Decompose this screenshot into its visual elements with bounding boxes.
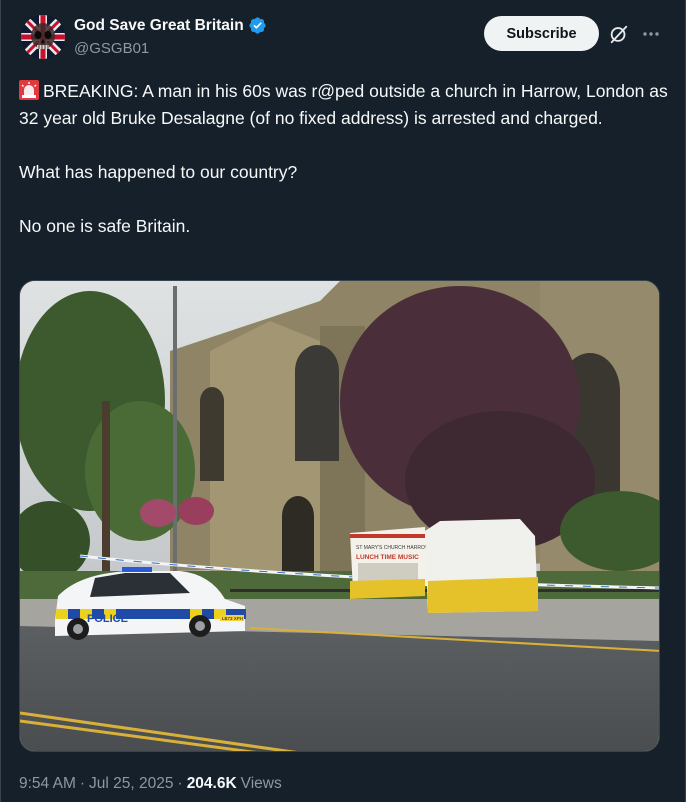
union-jack-skull-avatar-image xyxy=(21,15,65,59)
post-text: BREAKING: A man in his 60s was r@ped out… xyxy=(19,78,669,267)
grok-icon[interactable] xyxy=(608,23,630,45)
license-plate-text: LB73 XPH xyxy=(222,616,243,621)
post-date[interactable]: Jul 25, 2025 xyxy=(89,775,173,793)
post-metadata: 9:54 AM · Jul 25, 2025 · 204.6K Views xyxy=(19,775,282,793)
post-paragraph-1: BREAKING: A man in his 60s was r@ped out… xyxy=(19,78,669,132)
verified-badge-icon xyxy=(249,17,266,34)
rotating-light-siren-icon xyxy=(19,80,39,100)
post-time[interactable]: 9:54 AM xyxy=(19,775,76,793)
police-car-text: POLICE xyxy=(87,613,128,625)
display-name[interactable]: God Save Great Britain xyxy=(74,17,244,35)
views-label: Views xyxy=(240,775,282,792)
subscribe-button[interactable]: Subscribe xyxy=(484,16,599,51)
avatar[interactable] xyxy=(21,15,65,59)
sign-title-text: LUNCH TIME MUSIC xyxy=(356,554,419,561)
author-name-row[interactable]: God Save Great Britain xyxy=(74,16,267,35)
post-paragraph-2: What has happened to our country? xyxy=(19,162,298,182)
views-count[interactable]: 204.6K xyxy=(187,775,237,793)
post-paragraph-1-text: BREAKING: A man in his 60s was r@ped out… xyxy=(19,81,668,128)
church-police-scene-photo: ST MARY'S CHURCH HARROW LUNCH TIME MUSIC… xyxy=(20,281,659,751)
meta-separator: · xyxy=(177,775,183,792)
post-paragraph-3: No one is safe Britain. xyxy=(19,216,191,236)
tweet-container: God Save Great Britain @GSGB01 Subscribe… xyxy=(0,0,686,802)
more-options-icon[interactable] xyxy=(641,24,661,44)
author-handle[interactable]: @GSGB01 xyxy=(74,40,149,57)
sign-header-text: ST MARY'S CHURCH HARROW xyxy=(356,545,430,551)
post-photo[interactable]: ST MARY'S CHURCH HARROW LUNCH TIME MUSIC… xyxy=(19,280,660,752)
meta-separator: · xyxy=(79,775,86,792)
